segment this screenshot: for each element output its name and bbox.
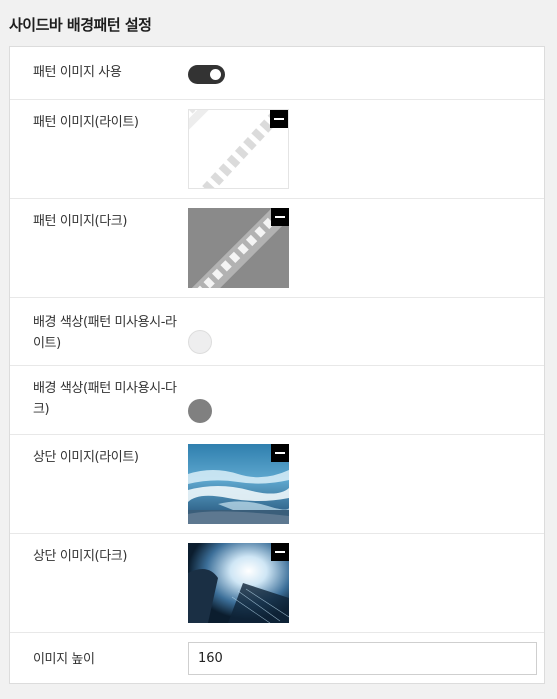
row-top-image-dark: 상단 이미지(다크) bbox=[10, 534, 544, 633]
row-image-height: 이미지 높이 bbox=[10, 633, 544, 685]
bg-color-light-swatch[interactable] bbox=[188, 330, 212, 354]
row-pattern-dark: 패턴 이미지(다크) bbox=[10, 199, 544, 298]
section-title: 사이드바 배경패턴 설정 bbox=[9, 16, 152, 34]
image-height-input[interactable] bbox=[188, 642, 537, 675]
pattern-toggle-switch[interactable] bbox=[188, 65, 225, 84]
bg-color-dark-label: 배경 색상(패턴 미사용시-다크) bbox=[33, 381, 177, 417]
pattern-dark-thumbnail[interactable] bbox=[188, 208, 289, 288]
row-bg-color-dark: 배경 색상(패턴 미사용시-다크) bbox=[10, 366, 544, 435]
top-image-light-label: 상단 이미지(라이트) bbox=[33, 450, 139, 465]
row-top-image-light: 상단 이미지(라이트) bbox=[10, 435, 544, 534]
pattern-light-label: 패턴 이미지(라이트) bbox=[33, 115, 139, 130]
toggle-knob bbox=[210, 69, 221, 80]
row-pattern-light: 패턴 이미지(라이트) bbox=[10, 100, 544, 199]
settings-panel: 패턴 이미지 사용 패턴 이미지(라이트) 패턴 이미지(다크) 배경 색상(패… bbox=[9, 46, 545, 684]
minus-icon[interactable] bbox=[271, 543, 289, 561]
bg-color-light-label: 배경 색상(패턴 미사용시-라이트) bbox=[33, 315, 177, 351]
top-image-dark-thumbnail[interactable] bbox=[188, 543, 289, 623]
top-image-dark-label: 상단 이미지(다크) bbox=[33, 549, 127, 564]
pattern-toggle-label: 패턴 이미지 사용 bbox=[33, 65, 122, 80]
minus-icon[interactable] bbox=[271, 208, 289, 226]
row-pattern-toggle: 패턴 이미지 사용 bbox=[10, 47, 544, 100]
bg-color-dark-swatch[interactable] bbox=[188, 399, 212, 423]
minus-icon[interactable] bbox=[271, 444, 289, 462]
top-image-light-thumbnail[interactable] bbox=[188, 444, 289, 524]
pattern-dark-label: 패턴 이미지(다크) bbox=[33, 214, 127, 229]
row-bg-color-light: 배경 색상(패턴 미사용시-라이트) bbox=[10, 298, 544, 366]
pattern-light-thumbnail[interactable] bbox=[188, 109, 289, 189]
image-height-label: 이미지 높이 bbox=[33, 652, 95, 667]
minus-icon[interactable] bbox=[270, 110, 288, 128]
